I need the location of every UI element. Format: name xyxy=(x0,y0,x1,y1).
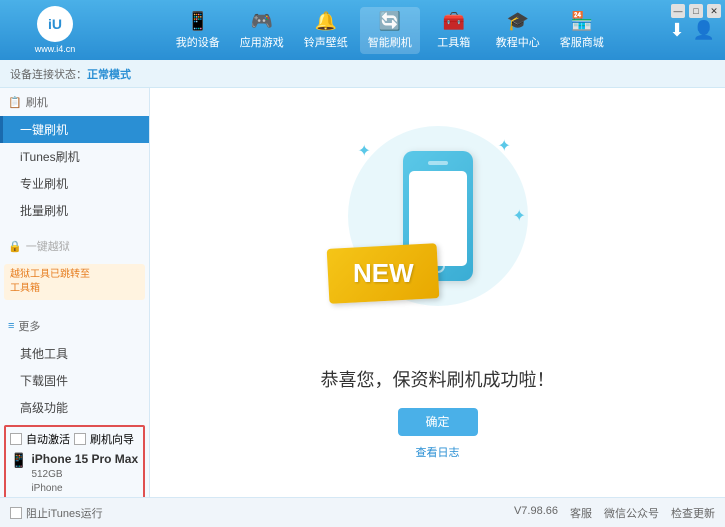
sidebar-item-itunes[interactable]: iTunes刷机 xyxy=(0,143,149,170)
sparkle-top-left: ✦ xyxy=(358,141,371,161)
ribbon-body: NEW xyxy=(326,243,439,304)
sidebar-flash-label: 刷机 xyxy=(26,94,48,110)
device-storage: 512GB xyxy=(31,468,138,482)
toolbox-icon: 🧰 xyxy=(443,11,465,32)
device-name: iPhone 15 Pro Max xyxy=(31,451,138,468)
nav-flash-label: 智能刷机 xyxy=(368,34,412,50)
nav-tutorial[interactable]: 🎓 教程中心 xyxy=(488,7,548,54)
ribbon-text: NEW xyxy=(352,258,413,289)
success-image: ✦ ✦ ✦ NEW xyxy=(338,126,538,346)
maximize-button[interactable]: □ xyxy=(689,4,703,18)
flash-icon: 🔄 xyxy=(379,11,401,32)
itunes-block-area: 阻止iTunes运行 xyxy=(10,505,103,521)
auto-activate-row: 自动激活 刷机向导 xyxy=(10,431,139,447)
sidebar-notice: 越狱工具已跳转至工具箱 xyxy=(4,264,145,300)
device-phone-icon: 📱 xyxy=(10,452,27,469)
sidebar: 📋 刷机 一键刷机 iTunes刷机 专业刷机 批量刷机 🔒 一键越狱 越狱工具… xyxy=(0,88,150,497)
nav-ringtone-label: 铃声壁纸 xyxy=(304,34,348,50)
confirm-button[interactable]: 确定 xyxy=(398,408,478,436)
ringtone-icon: 🔔 xyxy=(315,11,337,32)
topbar: iU www.i4.cn 📱 我的设备 🎮 应用游戏 🔔 铃声壁纸 🔄 智能刷机… xyxy=(0,0,725,60)
apps-icon: 🎮 xyxy=(251,11,273,32)
shop-icon: 🏪 xyxy=(571,11,593,32)
itunes-block-label: 阻止iTunes运行 xyxy=(26,505,103,521)
content-panel: ✦ ✦ ✦ NEW 恭喜您，保资料刷机成功啦！ 确定 查看日志 xyxy=(150,88,725,497)
new-ribbon: NEW xyxy=(328,246,448,306)
customer-service-link[interactable]: 客服 xyxy=(570,505,592,521)
sidebar-jailbreak-label: 一键越狱 xyxy=(26,238,70,254)
nav-bar: 📱 我的设备 🎮 应用游戏 🔔 铃声壁纸 🔄 智能刷机 🧰 工具箱 🎓 xyxy=(110,7,669,54)
nav-shop[interactable]: 🏪 客服商城 xyxy=(552,7,612,54)
sidebar-item-batch[interactable]: 批量刷机 xyxy=(0,197,149,224)
nav-apps-label: 应用游戏 xyxy=(240,34,284,50)
footer-links: V7.98.66 客服 微信公众号 检查更新 xyxy=(514,505,715,521)
flash-section-icon: 📋 xyxy=(8,96,22,109)
nav-toolbox-label: 工具箱 xyxy=(437,34,470,50)
nav-apps[interactable]: 🎮 应用游戏 xyxy=(232,7,292,54)
sidebar-item-pro[interactable]: 专业刷机 xyxy=(0,170,149,197)
window-controls: — □ ✕ xyxy=(671,4,721,18)
log-link[interactable]: 查看日志 xyxy=(416,444,460,460)
more-icon: ≡ xyxy=(8,320,14,332)
breadcrumb: 设备连接状态： 正常模式 xyxy=(0,60,725,88)
nav-shop-label: 客服商城 xyxy=(560,34,604,50)
download-icon[interactable]: ⬇ xyxy=(669,20,684,41)
nav-ringtone[interactable]: 🔔 铃声壁纸 xyxy=(296,7,356,54)
nav-tutorial-label: 教程中心 xyxy=(496,34,540,50)
device-info-area: 自动激活 刷机向导 📱 iPhone 15 Pro Max 512GB iPho… xyxy=(4,425,145,497)
sidebar-item-download-firmware[interactable]: 下载固件 xyxy=(0,367,149,394)
nav-flash[interactable]: 🔄 智能刷机 xyxy=(360,7,420,54)
itunes-block-checkbox[interactable] xyxy=(10,507,22,519)
sparkle-top-right: ✦ xyxy=(498,136,511,156)
sparkle-mid-right: ✦ xyxy=(513,206,526,226)
auto-activate-label: 自动激活 xyxy=(26,431,70,447)
wechat-link[interactable]: 微信公众号 xyxy=(604,505,659,521)
breadcrumb-prefix: 设备连接状态： xyxy=(10,66,87,82)
close-button[interactable]: ✕ xyxy=(707,4,721,18)
sidebar-jailbreak-header: 🔒 一键越狱 xyxy=(0,232,149,260)
sidebar-more-label: 更多 xyxy=(18,318,40,334)
tutorial-icon: 🎓 xyxy=(507,11,529,32)
guide-label: 刷机向导 xyxy=(90,431,134,447)
sidebar-item-advanced[interactable]: 高级功能 xyxy=(0,394,149,421)
version-text: V7.98.66 xyxy=(514,505,558,521)
logo-area: iU www.i4.cn xyxy=(10,6,100,54)
device-details: iPhone 15 Pro Max 512GB iPhone xyxy=(31,451,138,496)
sidebar-more-header: ≡ 更多 xyxy=(0,312,149,340)
guide-checkbox[interactable] xyxy=(74,433,86,445)
my-device-icon: 📱 xyxy=(187,11,209,32)
sidebar-item-onekey[interactable]: 一键刷机 xyxy=(0,116,149,143)
nav-toolbox[interactable]: 🧰 工具箱 xyxy=(424,7,484,54)
logo-icon: iU xyxy=(37,6,73,42)
check-update-link[interactable]: 检查更新 xyxy=(671,505,715,521)
phone-speaker xyxy=(428,161,448,165)
sidebar-flash-header: 📋 刷机 xyxy=(0,88,149,116)
success-text: 恭喜您，保资料刷机成功啦！ xyxy=(321,366,555,392)
device-item[interactable]: 📱 iPhone 15 Pro Max 512GB iPhone xyxy=(10,451,139,496)
device-type: iPhone xyxy=(31,482,138,496)
lock-icon: 🔒 xyxy=(8,240,22,253)
user-icon[interactable]: 👤 xyxy=(693,20,715,41)
top-right-actions: ⬇ 👤 xyxy=(669,20,715,41)
nav-my-device-label: 我的设备 xyxy=(176,34,220,50)
bottom-bar: 阻止iTunes运行 V7.98.66 客服 微信公众号 检查更新 xyxy=(0,497,725,527)
main-area: 📋 刷机 一键刷机 iTunes刷机 专业刷机 批量刷机 🔒 一键越狱 越狱工具… xyxy=(0,88,725,497)
minimize-button[interactable]: — xyxy=(671,4,685,18)
logo-url: www.i4.cn xyxy=(35,44,76,54)
sidebar-item-other-tools[interactable]: 其他工具 xyxy=(0,340,149,367)
breadcrumb-status: 正常模式 xyxy=(87,66,131,82)
auto-activate-checkbox[interactable] xyxy=(10,433,22,445)
nav-my-device[interactable]: 📱 我的设备 xyxy=(168,7,228,54)
